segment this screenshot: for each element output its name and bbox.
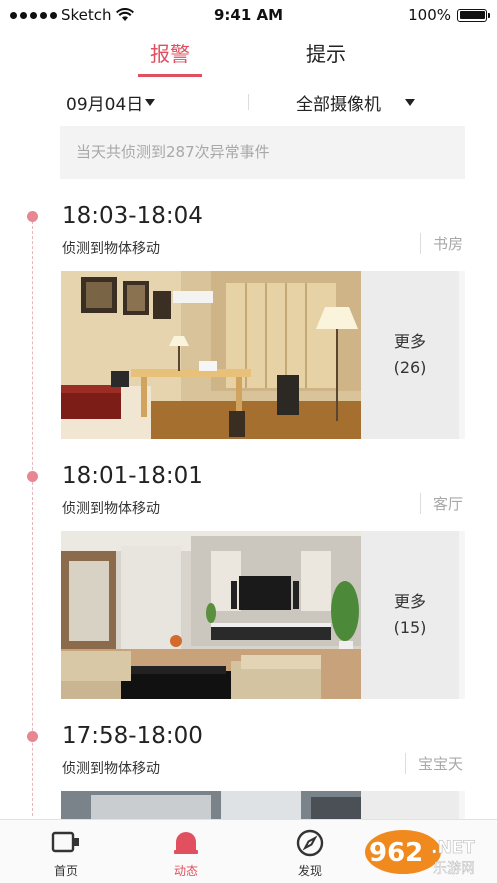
event-description: 侦测到物体移动 [62, 501, 160, 517]
event-time: 18:03-18:04 [62, 203, 203, 229]
svg-text:.NET: .NET [431, 838, 475, 858]
event-card[interactable] [61, 791, 465, 821]
living-room-photo[interactable] [61, 531, 361, 699]
svg-text:乐游网: 乐游网 [433, 861, 475, 877]
nav-home-label: 首页 [53, 864, 78, 878]
more-events-button[interactable]: 更多 (15) [361, 531, 465, 699]
event-time: 17:58-18:00 [62, 723, 203, 749]
active-tab-indicator [138, 74, 202, 77]
nav-home[interactable]: 首页 [36, 828, 96, 879]
timeline-dot [27, 211, 38, 222]
more-label: 更多 [393, 592, 426, 611]
tab-tip[interactable]: 提示 [306, 38, 346, 67]
caret-down-icon [405, 99, 415, 106]
event-card[interactable]: 更多 (26) [61, 271, 465, 439]
timeline-dot [27, 471, 38, 482]
event-summary: 当天共侦测到287次异常事件 [60, 126, 465, 179]
bell-icon [156, 828, 216, 858]
caret-down-icon [145, 99, 156, 106]
more-events-button[interactable] [361, 791, 465, 821]
event-description: 侦测到物体移动 [62, 761, 160, 777]
nav-discover[interactable]: 发现 [280, 828, 340, 879]
timeline-dot [27, 731, 38, 742]
more-events-button[interactable]: 更多 (26) [361, 271, 465, 439]
nursery-photo[interactable] [61, 791, 361, 821]
more-count: (26) [393, 358, 427, 377]
nav-discover-label: 发现 [297, 864, 322, 878]
date-value: 09月04日 [66, 95, 144, 115]
filter-row: 09月04日 全部摄像机 [0, 84, 497, 120]
study-room-photo[interactable] [61, 271, 361, 439]
event-room: 宝宝天 [404, 753, 463, 774]
segment-tabs: 报警 提示 [0, 30, 497, 80]
event-room: 书房 [419, 233, 463, 254]
event-card[interactable]: 更多 (15) [61, 531, 465, 699]
date-dropdown[interactable]: 09月04日 [66, 90, 156, 115]
more-count: (15) [393, 618, 427, 637]
more-label: 更多 [393, 332, 426, 351]
svg-text:962: 962 [369, 838, 423, 868]
compass-icon [280, 828, 340, 858]
event-description: 侦测到物体移动 [62, 241, 160, 257]
event-room: 客厅 [419, 493, 463, 514]
camera-icon [36, 828, 96, 858]
timeline-line [32, 216, 33, 816]
tab-alarm[interactable]: 报警 [150, 38, 190, 67]
battery-percent: 100% [408, 6, 451, 24]
nav-activity-label: 动态 [173, 864, 198, 878]
camera-dropdown[interactable]: 全部摄像机 [296, 90, 415, 115]
battery-icon [457, 8, 490, 22]
event-time: 18:01-18:01 [62, 463, 203, 489]
camera-value: 全部摄像机 [296, 95, 381, 115]
battery-level [459, 11, 485, 19]
battery-group: 100% [408, 6, 490, 24]
bottom-nav: 首页 动态 发现 962 .NET 乐游网 [0, 819, 497, 883]
site-watermark-logo: 962 .NET 乐游网 [365, 830, 476, 877]
filter-divider [248, 94, 249, 110]
status-bar: Sketch 9:41 AM 100% [0, 0, 497, 30]
nav-activity[interactable]: 动态 [156, 828, 216, 879]
